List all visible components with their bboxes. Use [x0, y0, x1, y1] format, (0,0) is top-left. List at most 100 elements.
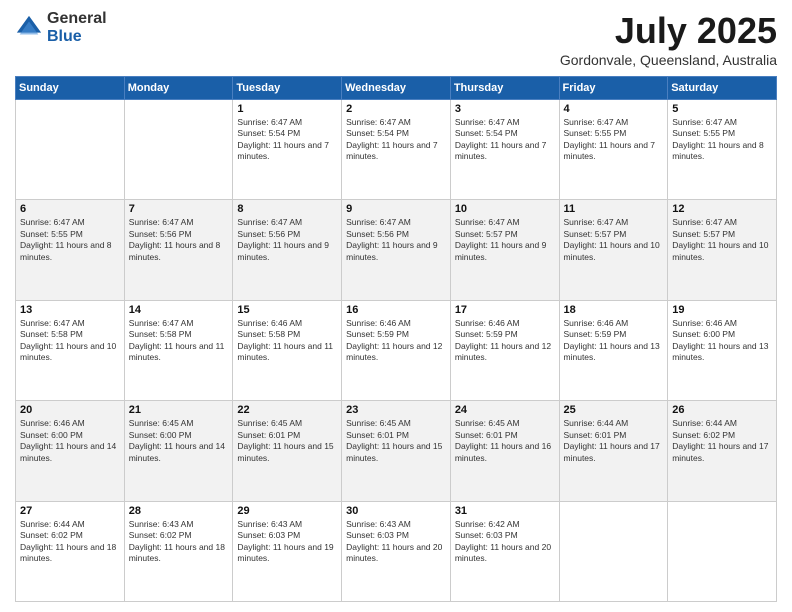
logo: General Blue — [15, 10, 107, 45]
logo-general: General — [47, 10, 107, 28]
header: General Blue July 2025 Gordonvale, Queen… — [15, 10, 777, 68]
day-info: Sunrise: 6:46 AM Sunset: 5:58 PM Dayligh… — [237, 318, 337, 364]
calendar-day-cell: 6Sunrise: 6:47 AM Sunset: 5:55 PM Daylig… — [16, 200, 125, 300]
logo-text: General Blue — [47, 10, 107, 45]
day-info: Sunrise: 6:44 AM Sunset: 6:02 PM Dayligh… — [672, 418, 772, 464]
day-info: Sunrise: 6:43 AM Sunset: 6:02 PM Dayligh… — [129, 519, 229, 565]
calendar-day-cell: 22Sunrise: 6:45 AM Sunset: 6:01 PM Dayli… — [233, 401, 342, 501]
calendar-day-cell: 21 Sunrise: 6:45 AM Sunset: 6:00 PM Dayli… — [124, 401, 233, 501]
calendar-week-row: 20 Sunrise: 6:46 AM Sunset: 6:00 PM Dayli… — [16, 401, 777, 501]
day-number: 17 — [455, 304, 555, 316]
calendar-day-cell — [668, 501, 777, 601]
day-info: Sunrise: 6:47 AM Sunset: 5:58 PM Dayligh… — [20, 318, 120, 364]
calendar-day-cell: 24 Sunrise: 6:45 AM Sunset: 6:01 PM Dayli… — [450, 401, 559, 501]
subtitle: Gordonvale, Queensland, Australia — [560, 52, 777, 68]
day-number: 30 — [346, 505, 446, 517]
day-number: 19 — [672, 304, 772, 316]
day-number: 25 — [564, 404, 664, 416]
calendar-day-cell: 8Sunrise: 6:47 AM Sunset: 5:56 PM Daylig… — [233, 200, 342, 300]
weekday-header: Wednesday — [342, 77, 451, 100]
calendar-day-cell — [559, 501, 668, 601]
calendar-day-cell: 26 Sunrise: 6:44 AM Sunset: 6:02 PM Dayli… — [668, 401, 777, 501]
day-number: 5 — [672, 103, 772, 115]
calendar-week-row: 27Sunrise: 6:44 AM Sunset: 6:02 PM Dayli… — [16, 501, 777, 601]
day-info: Sunrise: 6:46 AM Sunset: 5:59 PM Dayligh… — [455, 318, 555, 364]
day-info: Sunrise: 6:47 AM Sunset: 5:56 PM Dayligh… — [346, 217, 446, 263]
day-number: 31 — [455, 505, 555, 517]
day-info: Sunrise: 6:47 AM Sunset: 5:54 PM Dayligh… — [455, 117, 555, 163]
day-info: Sunrise: 6:44 AM Sunset: 6:02 PM Dayligh… — [20, 519, 120, 565]
calendar-day-cell: 30 Sunrise: 6:43 AM Sunset: 6:03 PM Dayli… — [342, 501, 451, 601]
calendar-day-cell: 1Sunrise: 6:47 AM Sunset: 5:54 PM Daylig… — [233, 100, 342, 200]
logo-blue: Blue — [47, 28, 107, 46]
main-title: July 2025 — [560, 10, 777, 52]
day-info: Sunrise: 6:47 AM Sunset: 5:54 PM Dayligh… — [346, 117, 446, 163]
day-number: 21 — [129, 404, 229, 416]
day-number: 6 — [20, 203, 120, 215]
day-info: Sunrise: 6:47 AM Sunset: 5:56 PM Dayligh… — [129, 217, 229, 263]
weekday-header: Saturday — [668, 77, 777, 100]
day-info: Sunrise: 6:47 AM Sunset: 5:57 PM Dayligh… — [672, 217, 772, 263]
calendar-day-cell: 12 Sunrise: 6:47 AM Sunset: 5:57 PM Dayli… — [668, 200, 777, 300]
weekday-header: Thursday — [450, 77, 559, 100]
calendar-day-cell: 31Sunrise: 6:42 AM Sunset: 6:03 PM Dayli… — [450, 501, 559, 601]
calendar-day-cell: 13Sunrise: 6:47 AM Sunset: 5:58 PM Dayli… — [16, 300, 125, 400]
calendar-day-cell: 25 Sunrise: 6:44 AM Sunset: 6:01 PM Dayli… — [559, 401, 668, 501]
calendar-day-cell: 16 Sunrise: 6:46 AM Sunset: 5:59 PM Dayli… — [342, 300, 451, 400]
day-number: 18 — [564, 304, 664, 316]
day-number: 4 — [564, 103, 664, 115]
calendar-day-cell: 4 Sunrise: 6:47 AM Sunset: 5:55 PM Daylig… — [559, 100, 668, 200]
calendar-week-row: 6Sunrise: 6:47 AM Sunset: 5:55 PM Daylig… — [16, 200, 777, 300]
calendar-day-cell: 3Sunrise: 6:47 AM Sunset: 5:54 PM Daylig… — [450, 100, 559, 200]
day-number: 16 — [346, 304, 446, 316]
day-number: 2 — [346, 103, 446, 115]
day-info: Sunrise: 6:46 AM Sunset: 6:00 PM Dayligh… — [20, 418, 120, 464]
weekday-header: Tuesday — [233, 77, 342, 100]
day-number: 22 — [237, 404, 337, 416]
calendar-day-cell: 5 Sunrise: 6:47 AM Sunset: 5:55 PM Daylig… — [668, 100, 777, 200]
weekday-header: Sunday — [16, 77, 125, 100]
day-number: 29 — [237, 505, 337, 517]
calendar-day-cell: 7Sunrise: 6:47 AM Sunset: 5:56 PM Daylig… — [124, 200, 233, 300]
calendar-day-cell: 19 Sunrise: 6:46 AM Sunset: 6:00 PM Dayli… — [668, 300, 777, 400]
day-info: Sunrise: 6:45 AM Sunset: 6:01 PM Dayligh… — [455, 418, 555, 464]
calendar-day-cell: 23 Sunrise: 6:45 AM Sunset: 6:01 PM Dayli… — [342, 401, 451, 501]
day-number: 11 — [564, 203, 664, 215]
day-number: 23 — [346, 404, 446, 416]
day-info: Sunrise: 6:47 AM Sunset: 5:57 PM Dayligh… — [564, 217, 664, 263]
day-info: Sunrise: 6:45 AM Sunset: 6:00 PM Dayligh… — [129, 418, 229, 464]
day-number: 28 — [129, 505, 229, 517]
calendar-header-row: SundayMondayTuesdayWednesdayThursdayFrid… — [16, 77, 777, 100]
day-info: Sunrise: 6:46 AM Sunset: 5:59 PM Dayligh… — [564, 318, 664, 364]
calendar-day-cell: 14Sunrise: 6:47 AM Sunset: 5:58 PM Dayli… — [124, 300, 233, 400]
day-info: Sunrise: 6:44 AM Sunset: 6:01 PM Dayligh… — [564, 418, 664, 464]
day-info: Sunrise: 6:47 AM Sunset: 5:54 PM Dayligh… — [237, 117, 337, 163]
title-area: July 2025 Gordonvale, Queensland, Austra… — [560, 10, 777, 68]
day-number: 20 — [20, 404, 120, 416]
calendar-day-cell: 17 Sunrise: 6:46 AM Sunset: 5:59 PM Dayli… — [450, 300, 559, 400]
day-number: 24 — [455, 404, 555, 416]
calendar-week-row: 1Sunrise: 6:47 AM Sunset: 5:54 PM Daylig… — [16, 100, 777, 200]
day-info: Sunrise: 6:46 AM Sunset: 5:59 PM Dayligh… — [346, 318, 446, 364]
day-info: Sunrise: 6:47 AM Sunset: 5:55 PM Dayligh… — [672, 117, 772, 163]
day-number: 26 — [672, 404, 772, 416]
day-number: 12 — [672, 203, 772, 215]
weekday-header: Friday — [559, 77, 668, 100]
logo-icon — [15, 14, 43, 42]
day-info: Sunrise: 6:47 AM Sunset: 5:55 PM Dayligh… — [564, 117, 664, 163]
day-number: 9 — [346, 203, 446, 215]
calendar-day-cell: 29 Sunrise: 6:43 AM Sunset: 6:03 PM Dayli… — [233, 501, 342, 601]
calendar-day-cell: 18 Sunrise: 6:46 AM Sunset: 5:59 PM Dayli… — [559, 300, 668, 400]
calendar-day-cell: 11 Sunrise: 6:47 AM Sunset: 5:57 PM Dayli… — [559, 200, 668, 300]
page: General Blue July 2025 Gordonvale, Queen… — [0, 0, 792, 612]
day-number: 8 — [237, 203, 337, 215]
calendar-day-cell: 20 Sunrise: 6:46 AM Sunset: 6:00 PM Dayli… — [16, 401, 125, 501]
day-info: Sunrise: 6:45 AM Sunset: 6:01 PM Dayligh… — [346, 418, 446, 464]
calendar-day-cell: 27Sunrise: 6:44 AM Sunset: 6:02 PM Dayli… — [16, 501, 125, 601]
day-info: Sunrise: 6:43 AM Sunset: 6:03 PM Dayligh… — [237, 519, 337, 565]
day-info: Sunrise: 6:47 AM Sunset: 5:57 PM Dayligh… — [455, 217, 555, 263]
day-info: Sunrise: 6:43 AM Sunset: 6:03 PM Dayligh… — [346, 519, 446, 565]
calendar-week-row: 13Sunrise: 6:47 AM Sunset: 5:58 PM Dayli… — [16, 300, 777, 400]
day-info: Sunrise: 6:46 AM Sunset: 6:00 PM Dayligh… — [672, 318, 772, 364]
calendar-day-cell — [16, 100, 125, 200]
